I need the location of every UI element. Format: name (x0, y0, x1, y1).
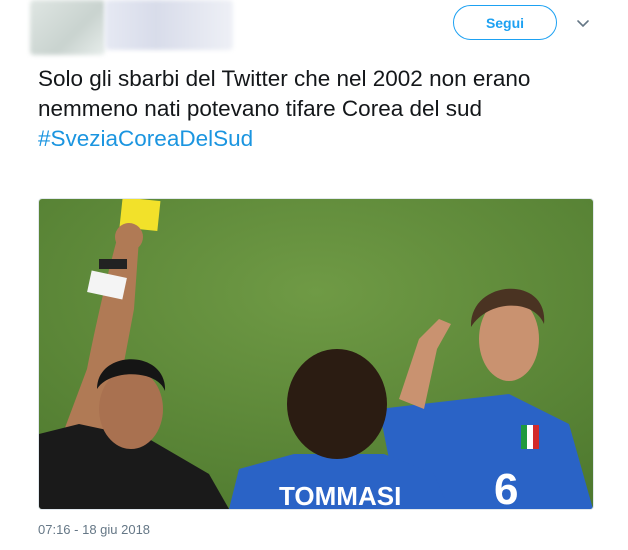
tweet-timestamp[interactable]: 07:16 - 18 giu 2018 (38, 522, 150, 537)
author-name-redacted[interactable] (105, 0, 233, 50)
avatar[interactable] (30, 0, 105, 55)
tweet-header: Segui (0, 0, 628, 60)
referee-face (99, 369, 163, 449)
chevron-down-icon[interactable] (572, 12, 594, 34)
referee-hand (115, 223, 143, 251)
photo-illustration: 6 TOMMASI (39, 199, 593, 509)
tweet-body: Solo gli sbarbi del Twitter che nel 2002… (38, 64, 598, 154)
shirt-name: TOMMASI (279, 481, 401, 509)
shirt-number: 6 (494, 465, 518, 509)
player-tommasi-hair (287, 349, 387, 459)
tweet-text: Solo gli sbarbi del Twitter che nel 2002… (38, 66, 531, 121)
watch (99, 259, 127, 269)
follow-button[interactable]: Segui (453, 5, 557, 40)
tweet-photo[interactable]: 6 TOMMASI (38, 198, 594, 510)
hashtag-link[interactable]: #SveziaCoreaDelSud (38, 124, 598, 154)
